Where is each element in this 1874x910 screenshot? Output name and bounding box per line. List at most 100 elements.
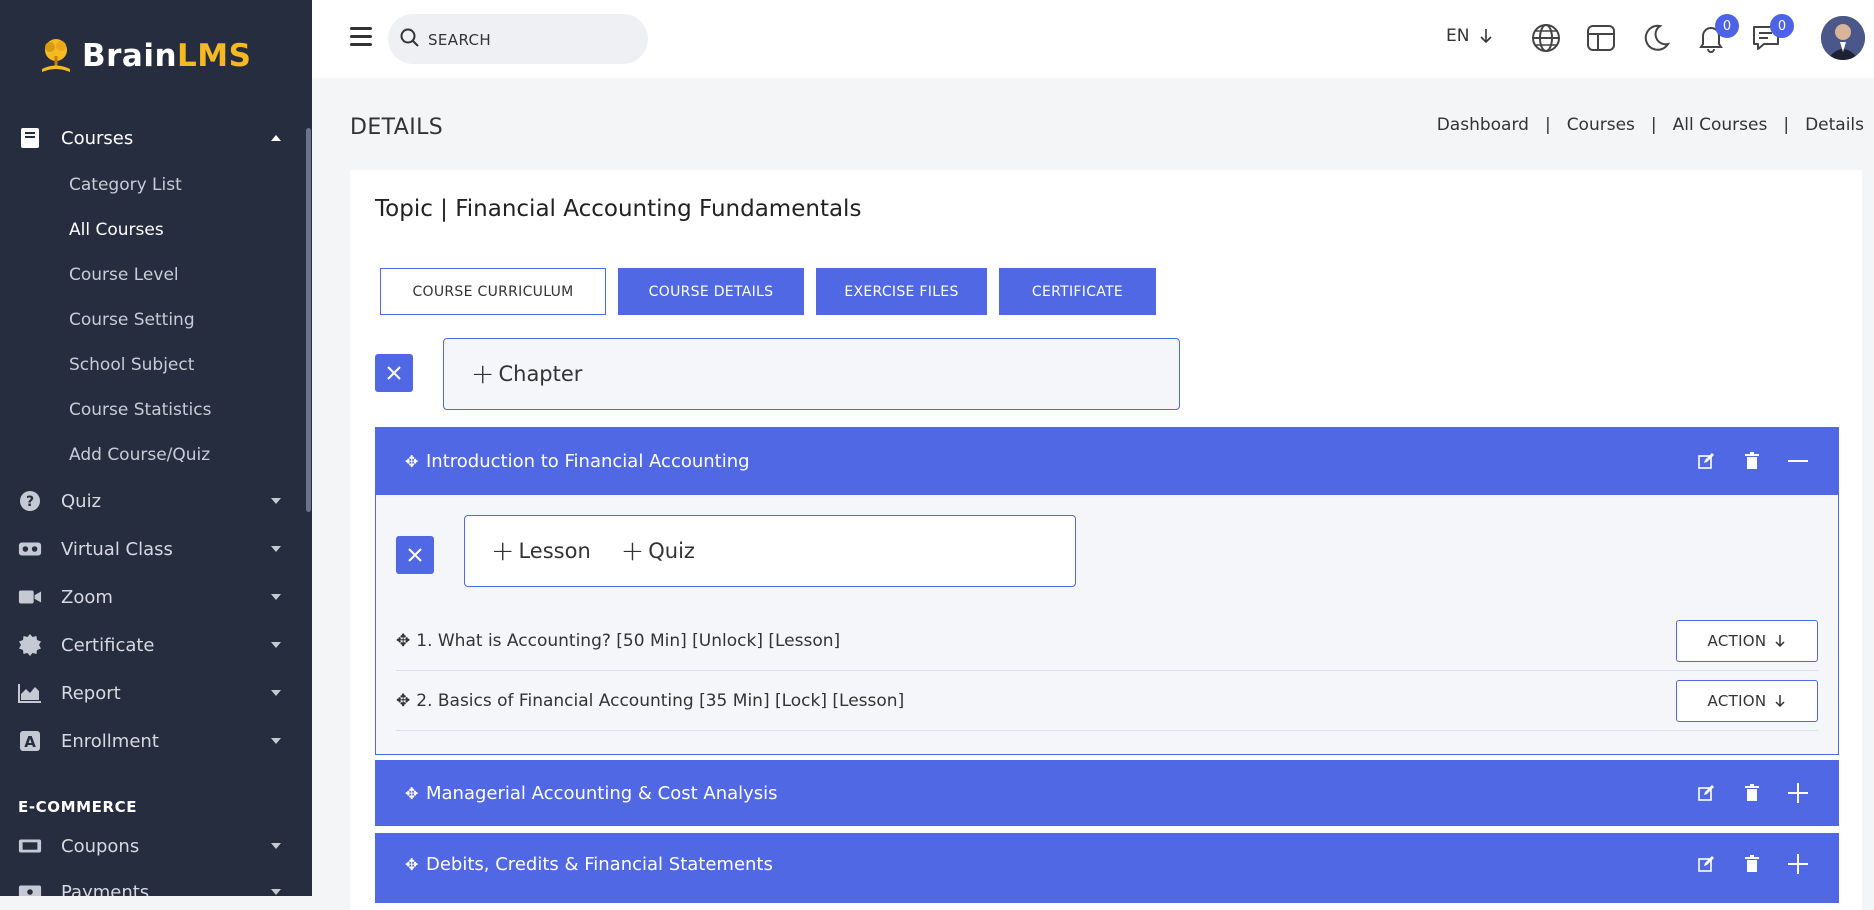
plus-icon: +: [491, 534, 515, 567]
area-chart-icon: [18, 681, 42, 705]
expand-plus-icon[interactable]: [1787, 782, 1809, 804]
action-label: ACTION: [1707, 692, 1767, 710]
sidebar-item-label: Quiz: [61, 490, 102, 512]
add-lesson-button[interactable]: + Lesson: [491, 537, 591, 565]
search-icon: [400, 28, 419, 47]
collapse-minus-icon[interactable]: [1787, 450, 1809, 472]
layout-icon[interactable]: [1585, 22, 1617, 54]
breadcrumb-courses[interactable]: Courses: [1567, 115, 1635, 135]
search-input[interactable]: [426, 26, 630, 54]
chevron-down-icon: [271, 690, 281, 696]
sidebar-item-label: Courses: [61, 127, 134, 149]
sidebar-subitem-all-courses[interactable]: All Courses: [69, 220, 164, 240]
course-detail-card: Topic | Financial Accounting Fundamental…: [350, 170, 1862, 910]
vr-headset-icon: [18, 537, 42, 561]
sidebar-scrollbar[interactable]: [306, 128, 311, 512]
sidebar-subitem-category-list[interactable]: Category List: [69, 175, 182, 195]
sidebar-item-label: Virtual Class: [61, 538, 173, 560]
book-icon: [18, 126, 42, 150]
tab-bar: COURSE CURRICULUM COURSE DETAILS EXERCIS…: [380, 268, 1156, 315]
svg-text:?: ?: [26, 494, 34, 510]
ticket-icon: [18, 834, 42, 858]
drag-handle-icon[interactable]: ✥: [405, 452, 418, 471]
chapter-title[interactable]: Debits, Credits & Financial Statements: [426, 854, 773, 875]
sidebar-item-quiz[interactable]: ? Quiz: [0, 481, 300, 521]
notifications-button[interactable]: 0: [1695, 14, 1739, 54]
arrow-down-icon: [1480, 29, 1493, 44]
sidebar-item-virtual-class[interactable]: Virtual Class: [0, 529, 300, 569]
lesson-title[interactable]: 2. Basics of Financial Accounting [35 Mi…: [416, 691, 904, 711]
expand-plus-icon[interactable]: [1787, 853, 1809, 875]
avatar[interactable]: [1821, 16, 1865, 60]
sidebar-subitem-course-statistics[interactable]: Course Statistics: [69, 400, 211, 420]
sidebar-subitem-add-course-quiz[interactable]: Add Course/Quiz: [69, 445, 210, 465]
trash-icon[interactable]: [1741, 853, 1763, 875]
drag-handle-icon[interactable]: ✥: [396, 631, 410, 651]
breadcrumb-details: Details: [1805, 115, 1864, 135]
video-camera-icon: [18, 585, 42, 609]
drag-handle-icon[interactable]: ✥: [405, 784, 418, 803]
lesson-row: ✥ 1. What is Accounting? [50 Min] [Unloc…: [396, 612, 1818, 671]
tab-certificate[interactable]: CERTIFICATE: [999, 268, 1156, 315]
add-quiz-label: Quiz: [648, 539, 695, 563]
sidebar-item-enrollment[interactable]: A Enrollment: [0, 721, 300, 761]
topic-title: Topic | Financial Accounting Fundamental…: [375, 196, 862, 222]
sidebar-item-label: Enrollment: [61, 730, 159, 752]
tab-exercise-files[interactable]: EXERCISE FILES: [816, 268, 987, 315]
chapter-header[interactable]: ✥ Introduction to Financial Accounting: [375, 427, 1839, 495]
sidebar-item-label: Coupons: [61, 835, 140, 857]
message-count-badge: 0: [1770, 14, 1794, 38]
chapter-header[interactable]: ✥ Debits, Credits & Financial Statements: [375, 833, 1839, 903]
chapter-title[interactable]: Introduction to Financial Accounting: [426, 451, 750, 472]
tab-course-curriculum[interactable]: COURSE CURRICULUM: [380, 268, 606, 315]
sidebar-item-report[interactable]: Report: [0, 673, 300, 713]
close-chapter-form-button[interactable]: [375, 354, 413, 392]
add-chapter-button[interactable]: + Chapter: [471, 360, 582, 388]
chapter-header[interactable]: ✥ Managerial Accounting & Cost Analysis: [375, 760, 1839, 826]
svg-text:A: A: [24, 733, 36, 751]
sidebar-subitem-course-level[interactable]: Course Level: [69, 265, 179, 285]
sidebar-item-zoom[interactable]: Zoom: [0, 577, 300, 617]
search-bar[interactable]: [388, 14, 648, 64]
drag-handle-icon[interactable]: ✥: [405, 855, 418, 874]
hamburger-menu-icon[interactable]: [350, 27, 372, 47]
tab-course-details[interactable]: COURSE DETAILS: [618, 268, 804, 315]
sidebar-subitem-course-setting[interactable]: Course Setting: [69, 310, 195, 330]
money-icon: [18, 880, 42, 896]
messages-button[interactable]: 0: [1750, 14, 1794, 54]
sidebar-item-certificate[interactable]: Certificate: [0, 625, 300, 665]
enrollment-a-icon: A: [18, 729, 42, 753]
chapter-title[interactable]: Managerial Accounting & Cost Analysis: [426, 783, 778, 804]
brain-tree-logo-icon: [42, 39, 70, 72]
sidebar-item-coupons[interactable]: Coupons: [0, 826, 300, 866]
lesson-action-button[interactable]: ACTION: [1676, 680, 1818, 722]
globe-icon[interactable]: [1530, 22, 1562, 54]
lesson-title[interactable]: 1. What is Accounting? [50 Min] [Unlock]…: [416, 631, 840, 651]
sidebar-subitem-school-subject[interactable]: School Subject: [69, 355, 194, 375]
language-label: EN: [1446, 26, 1470, 46]
lesson-action-button[interactable]: ACTION: [1676, 620, 1818, 662]
chevron-down-icon: [271, 594, 281, 600]
close-icon: [408, 548, 422, 562]
edit-icon[interactable]: [1695, 450, 1717, 472]
action-label: ACTION: [1707, 632, 1767, 650]
moon-icon[interactable]: [1640, 22, 1672, 54]
trash-icon[interactable]: [1741, 782, 1763, 804]
drag-handle-icon[interactable]: ✥: [396, 691, 410, 711]
sidebar-item-label: Payments: [61, 881, 150, 897]
edit-icon[interactable]: [1695, 782, 1717, 804]
add-quiz-button[interactable]: + Quiz: [621, 537, 695, 565]
arrow-down-icon: [1775, 695, 1785, 708]
logo[interactable]: BrainLMS: [36, 36, 251, 76]
breadcrumb-all-courses[interactable]: All Courses: [1673, 115, 1768, 135]
sidebar-item-courses[interactable]: Courses: [0, 118, 300, 158]
language-selector[interactable]: EN: [1446, 26, 1493, 46]
sidebar-item-payments[interactable]: Payments: [0, 872, 300, 896]
sidebar-item-label: Certificate: [61, 634, 155, 656]
close-lesson-form-button[interactable]: [396, 536, 434, 574]
chevron-down-icon: [271, 889, 281, 895]
edit-icon[interactable]: [1695, 853, 1717, 875]
question-circle-icon: ?: [18, 489, 42, 513]
trash-icon[interactable]: [1741, 450, 1763, 472]
breadcrumb-dashboard[interactable]: Dashboard: [1437, 115, 1529, 135]
